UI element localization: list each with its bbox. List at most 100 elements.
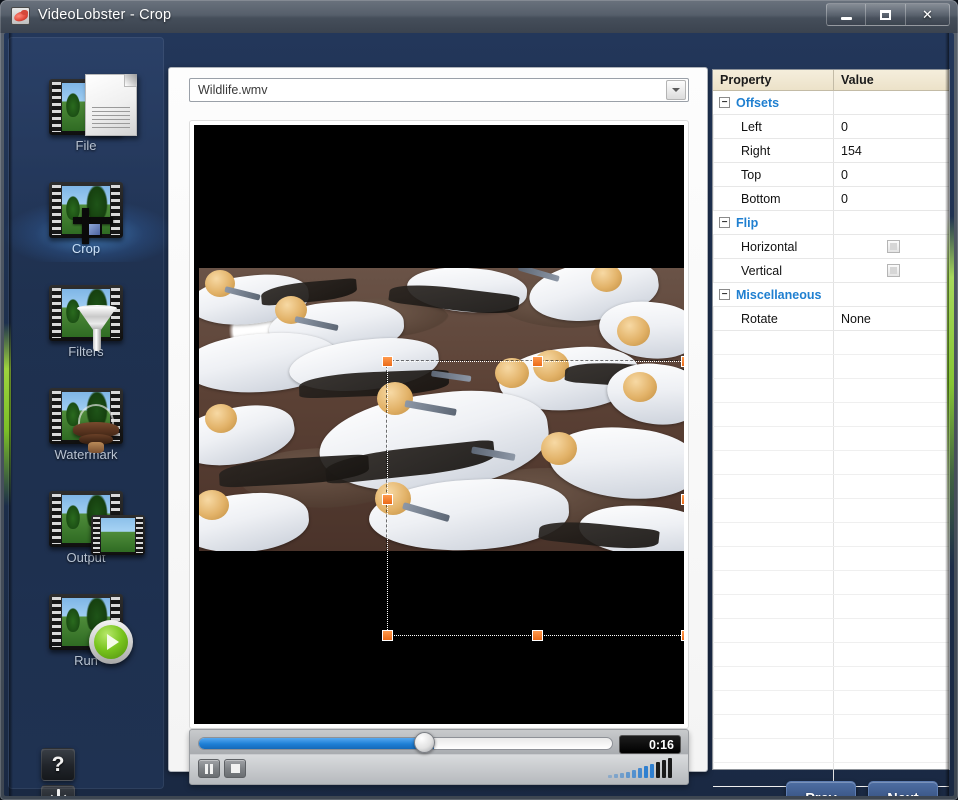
time-value: 0:16	[648, 737, 674, 752]
property-label: Vertical	[741, 263, 782, 278]
property-row-rotate[interactable]: Rotate None	[713, 307, 949, 331]
stop-icon	[230, 764, 240, 773]
property-grid-empty-row	[713, 379, 949, 403]
property-label: Horizontal	[741, 239, 798, 254]
two-films-icon	[49, 491, 145, 555]
maximize-button[interactable]	[866, 3, 906, 26]
property-row-bottom[interactable]: Bottom 0	[713, 187, 949, 211]
pause-button[interactable]	[198, 759, 220, 778]
vertical-flip-checkbox[interactable]	[887, 264, 900, 277]
next-button[interactable]: Next	[868, 781, 938, 796]
property-value[interactable]: 154	[833, 139, 949, 162]
collapse-icon[interactable]: −	[719, 97, 730, 108]
column-header-property: Property	[720, 73, 772, 87]
group-label: Offsets	[736, 95, 780, 110]
video-stage[interactable]	[194, 125, 684, 724]
window-title: VideoLobster - Crop	[38, 7, 172, 23]
sidebar-item-crop[interactable]: Crop	[4, 182, 168, 278]
stamp-icon	[49, 388, 123, 453]
property-value[interactable]: 0	[833, 163, 949, 186]
property-grid-empty-row	[713, 475, 949, 499]
crop-handle-bottom-left[interactable]	[382, 630, 393, 641]
property-grid-empty-row	[713, 499, 949, 523]
property-grid-empty-row	[713, 715, 949, 739]
application-window: VideoLobster - Crop ✕ File Crop Filters …	[0, 0, 958, 800]
chevron-down-icon[interactable]	[666, 80, 686, 100]
sidebar-item-output[interactable]: Output	[8, 491, 164, 587]
sidebar-item-filters[interactable]: Filters	[8, 285, 164, 381]
property-grid: Property Value − Offsets Left 0 Right 15…	[712, 69, 950, 796]
property-row-left[interactable]: Left 0	[713, 115, 949, 139]
exit-button[interactable]	[41, 785, 75, 796]
crop-handle-top-right[interactable]	[681, 356, 684, 367]
collapse-icon[interactable]: −	[719, 289, 730, 300]
close-button[interactable]: ✕	[906, 3, 950, 26]
question-mark-icon: ?	[51, 753, 65, 776]
video-player-controls: 0:16	[189, 729, 689, 785]
group-label: Miscellaneous	[736, 287, 822, 302]
window-body: File Crop Filters Watermark Output Run ?…	[4, 33, 954, 796]
maximize-icon	[880, 9, 891, 20]
property-group-flip[interactable]: − Flip	[713, 211, 949, 235]
property-row-right[interactable]: Right 154	[713, 139, 949, 163]
play-button-icon	[49, 594, 133, 664]
property-grid-empty-row	[713, 355, 949, 379]
sidebar-item-run[interactable]: Run	[8, 594, 164, 690]
close-icon: ✕	[922, 7, 933, 22]
property-value[interactable]: None	[833, 307, 949, 330]
collapse-icon[interactable]: −	[719, 217, 730, 228]
crop-handle-bottom-right[interactable]	[681, 630, 684, 641]
property-grid-empty-row	[713, 547, 949, 571]
property-grid-empty-row	[713, 403, 949, 427]
video-preview-frame	[189, 120, 689, 729]
title-bar: VideoLobster - Crop ✕	[0, 0, 958, 33]
horizontal-flip-checkbox[interactable]	[887, 240, 900, 253]
property-group-miscellaneous[interactable]: − Miscellaneous	[713, 283, 949, 307]
sidebar-item-watermark[interactable]: Watermark	[8, 388, 164, 484]
property-value[interactable]: 0	[833, 187, 949, 210]
crop-selection-box[interactable]	[382, 356, 684, 641]
stop-button[interactable]	[224, 759, 246, 778]
help-button[interactable]: ?	[41, 748, 75, 781]
minimize-icon	[840, 16, 852, 20]
file-document-icon	[49, 74, 137, 136]
seek-slider[interactable]	[198, 737, 613, 750]
crop-handle-middle-right[interactable]	[681, 493, 684, 505]
property-label: Top	[741, 167, 762, 182]
property-grid-empty-row	[713, 451, 949, 475]
funnel-icon	[49, 285, 123, 351]
seek-progress-fill	[199, 738, 435, 749]
property-grid-header: Property Value	[713, 70, 949, 91]
property-label: Left	[741, 119, 762, 134]
property-label: Bottom	[741, 191, 781, 206]
crop-handle-bottom-center[interactable]	[532, 630, 543, 641]
property-grid-empty-row	[713, 523, 949, 547]
power-icon	[48, 789, 68, 796]
crop-handle-top-center[interactable]	[532, 356, 543, 367]
property-row-horizontal[interactable]: Horizontal	[713, 235, 949, 259]
minimize-button[interactable]	[826, 3, 866, 26]
property-value[interactable]: 0	[833, 115, 949, 138]
property-row-vertical[interactable]: Vertical	[713, 259, 949, 283]
crop-selection-icon	[49, 182, 123, 244]
time-display: 0:16	[619, 735, 681, 754]
file-select[interactable]: Wildlife.wmv	[189, 78, 689, 102]
main-content-panel: Wildlife.wmv 0:16	[168, 67, 708, 785]
column-header-value: Value	[833, 70, 949, 90]
property-row-top[interactable]: Top 0	[713, 163, 949, 187]
volume-meter[interactable]	[608, 758, 680, 778]
property-group-offsets[interactable]: − Offsets	[713, 91, 949, 115]
property-grid-empty-row	[713, 571, 949, 595]
sidebar-item-file[interactable]: File	[8, 74, 164, 175]
prev-button[interactable]: Prev	[786, 781, 856, 796]
property-label: Right	[741, 143, 771, 158]
crop-handle-middle-left[interactable]	[382, 493, 393, 505]
property-grid-empty-row	[713, 619, 949, 643]
sidebar-item-label: File	[75, 138, 97, 153]
property-grid-empty-row	[713, 691, 949, 715]
seek-slider-thumb[interactable]	[414, 732, 435, 753]
navigation-sidebar: File Crop Filters Watermark Output Run ?	[4, 37, 168, 796]
crop-handle-top-left[interactable]	[382, 356, 393, 367]
property-grid-empty-row	[713, 739, 949, 763]
property-grid-empty-row	[713, 595, 949, 619]
